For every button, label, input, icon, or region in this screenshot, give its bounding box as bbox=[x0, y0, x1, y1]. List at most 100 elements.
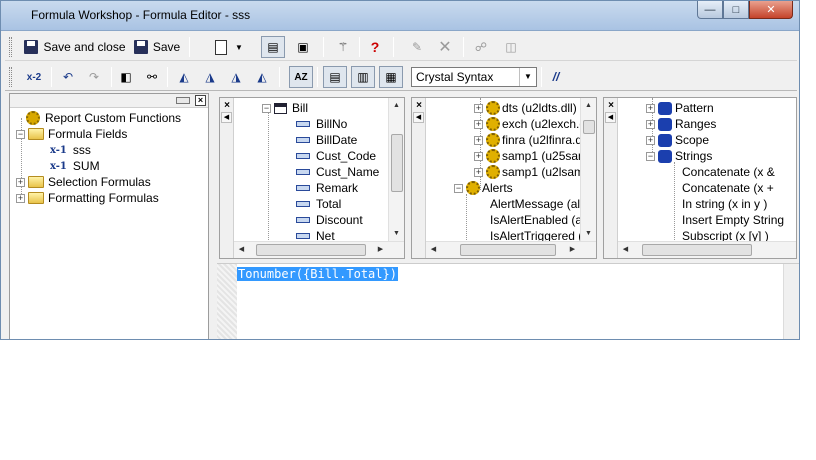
horizontal-scrollbar[interactable]: ◀ ▶ bbox=[234, 241, 404, 258]
tree-item-sss[interactable]: x-1 sss bbox=[50, 142, 91, 158]
field-item[interactable]: BillDate bbox=[296, 132, 357, 148]
field-item[interactable]: Remark bbox=[296, 180, 358, 196]
delete-button[interactable]: ✕ bbox=[433, 36, 457, 58]
tree-item-sum[interactable]: x-1 SUM bbox=[50, 158, 100, 174]
scrollbar-thumb[interactable] bbox=[583, 120, 595, 134]
expand-icon[interactable]: + bbox=[16, 177, 25, 187]
editor-vertical-scrollbar[interactable] bbox=[783, 264, 799, 339]
formula-code-selection[interactable]: Tonumber({Bill.Total}) bbox=[237, 267, 398, 281]
expert-button[interactable]: ⚚ bbox=[331, 36, 355, 58]
function-group-alerts[interactable]: − Alerts bbox=[454, 180, 513, 196]
operator-item[interactable]: In string (x in y ) bbox=[682, 196, 767, 212]
rename-button[interactable]: ✎ bbox=[405, 36, 429, 58]
restore-panel-icon[interactable] bbox=[176, 97, 190, 104]
scroll-left-icon[interactable]: ◀ bbox=[618, 242, 633, 258]
check-formula-button[interactable]: x-2 bbox=[23, 66, 45, 88]
tree-item-formula-fields[interactable]: − Formula Fields bbox=[16, 126, 127, 142]
field-item[interactable]: Total bbox=[296, 196, 341, 212]
operator-item[interactable]: + Pattern bbox=[646, 100, 714, 116]
next-bookmark-button[interactable]: ◮ bbox=[199, 66, 221, 88]
title-bar[interactable]: Formula Workshop - Formula Editor - sss … bbox=[1, 1, 799, 31]
field-item[interactable]: BillNo bbox=[296, 116, 347, 132]
field-item[interactable]: Cust_Name bbox=[296, 164, 379, 180]
function-item[interactable]: IsAlertEnabled (ale bbox=[490, 212, 591, 228]
expand-icon[interactable]: + bbox=[474, 135, 483, 145]
toggle-tree-button[interactable]: ▤ bbox=[261, 36, 285, 58]
pin-pane-icon[interactable]: ◀ bbox=[413, 112, 424, 123]
scrollbar-thumb[interactable] bbox=[460, 244, 556, 256]
find-button[interactable]: ⚯ bbox=[141, 66, 163, 88]
save-button[interactable]: Save bbox=[131, 36, 183, 58]
expand-icon[interactable]: + bbox=[474, 167, 483, 177]
function-item[interactable]: + samp1 (u25sam bbox=[474, 148, 588, 164]
operator-item[interactable]: + Ranges bbox=[646, 116, 716, 132]
scrollbar-thumb[interactable] bbox=[391, 134, 403, 192]
vertical-scrollbar[interactable]: ▲ ▼ bbox=[580, 98, 596, 241]
horizontal-scrollbar[interactable]: ◀ bbox=[618, 241, 796, 258]
toggle-bookmark-button[interactable]: ◭ bbox=[173, 66, 195, 88]
field-tree-root-bill[interactable]: − Bill bbox=[262, 100, 308, 116]
expand-icon[interactable]: + bbox=[474, 103, 483, 113]
scroll-down-icon[interactable]: ▼ bbox=[389, 226, 404, 241]
syntax-select[interactable]: Crystal Syntax ▼ bbox=[411, 67, 537, 87]
expand-icon[interactable]: + bbox=[646, 103, 655, 113]
scrollbar-thumb[interactable] bbox=[642, 244, 752, 256]
use-editor-button[interactable]: ☍ bbox=[469, 36, 493, 58]
save-and-close-button[interactable]: Save and close bbox=[21, 36, 129, 58]
help-button[interactable]: ? bbox=[363, 36, 387, 58]
collapse-icon[interactable]: − bbox=[646, 151, 655, 161]
function-item[interactable]: AlertMessage (aler bbox=[490, 196, 591, 212]
tree-item-selection-formulas[interactable]: + Selection Formulas bbox=[16, 174, 151, 190]
collapse-icon[interactable]: − bbox=[16, 129, 25, 139]
show-operator-tree-button[interactable]: ▦ bbox=[379, 66, 403, 88]
expand-icon[interactable]: + bbox=[474, 151, 483, 161]
show-field-tree-button[interactable]: ▤ bbox=[323, 66, 347, 88]
scroll-right-icon[interactable]: ▶ bbox=[565, 242, 580, 258]
toolbar-grip[interactable] bbox=[9, 67, 12, 87]
clear-bookmarks-button[interactable]: ◭ bbox=[251, 66, 273, 88]
expand-icon[interactable]: + bbox=[16, 193, 25, 203]
close-pane-icon[interactable]: × bbox=[222, 101, 232, 111]
close-pane-icon[interactable]: × bbox=[414, 101, 424, 111]
operator-item[interactable]: Concatenate (x + bbox=[682, 180, 774, 196]
close-button[interactable]: ✕ bbox=[749, 1, 793, 19]
scroll-up-icon[interactable]: ▲ bbox=[389, 98, 404, 113]
collapse-icon[interactable]: − bbox=[454, 183, 463, 193]
sort-tree-button[interactable]: AZ bbox=[289, 66, 313, 88]
function-item[interactable]: + samp1 (u2lsamp bbox=[474, 164, 591, 180]
browse-data-button[interactable]: ◧ bbox=[115, 66, 137, 88]
operator-item[interactable]: + Scope bbox=[646, 132, 709, 148]
pin-pane-icon[interactable]: ◀ bbox=[221, 112, 232, 123]
collapse-icon[interactable]: − bbox=[262, 103, 271, 113]
field-item[interactable]: Discount bbox=[296, 212, 363, 228]
pin-pane-icon[interactable]: ◀ bbox=[605, 112, 616, 123]
scroll-down-icon[interactable]: ▼ bbox=[581, 226, 596, 241]
expand-icon[interactable]: + bbox=[646, 119, 655, 129]
new-dropdown-button[interactable]: ▼ bbox=[233, 36, 245, 58]
tree-item-report-custom-functions[interactable]: Report Custom Functions bbox=[26, 110, 181, 126]
operator-group-strings[interactable]: − Strings bbox=[646, 148, 712, 164]
operator-item[interactable]: Insert Empty String bbox=[682, 212, 784, 228]
function-item[interactable]: + finra (u2lfinra.dl bbox=[474, 132, 585, 148]
redo-button[interactable]: ↷ bbox=[83, 66, 105, 88]
expand-icon[interactable]: + bbox=[474, 119, 483, 129]
scroll-right-icon[interactable]: ▶ bbox=[373, 242, 388, 258]
function-item[interactable]: + dts (u2ldts.dll) bbox=[474, 100, 577, 116]
undo-button[interactable]: ↶ bbox=[57, 66, 79, 88]
scrollbar-thumb[interactable] bbox=[256, 244, 366, 256]
tree-item-formatting-formulas[interactable]: + Formatting Formulas bbox=[16, 190, 159, 206]
scroll-up-icon[interactable]: ▲ bbox=[581, 98, 596, 113]
expand-icon[interactable]: + bbox=[646, 135, 655, 145]
comment-button[interactable]: // bbox=[545, 66, 567, 88]
new-button[interactable] bbox=[213, 36, 229, 58]
chevron-down-icon[interactable]: ▼ bbox=[519, 68, 536, 86]
field-item[interactable]: Cust_Code bbox=[296, 148, 376, 164]
horizontal-scrollbar[interactable]: ◀ ▶ bbox=[426, 241, 596, 258]
properties-button[interactable]: ▣ bbox=[291, 36, 315, 58]
operator-item[interactable]: Concatenate (x & bbox=[682, 164, 775, 180]
vertical-scrollbar[interactable]: ▲ ▼ bbox=[388, 98, 404, 241]
maximize-button[interactable]: □ bbox=[723, 1, 749, 19]
previous-bookmark-button[interactable]: ◮ bbox=[225, 66, 247, 88]
use-expert-button[interactable]: ◫ bbox=[499, 36, 523, 58]
function-item[interactable]: + exch (u2lexch.d bbox=[474, 116, 586, 132]
